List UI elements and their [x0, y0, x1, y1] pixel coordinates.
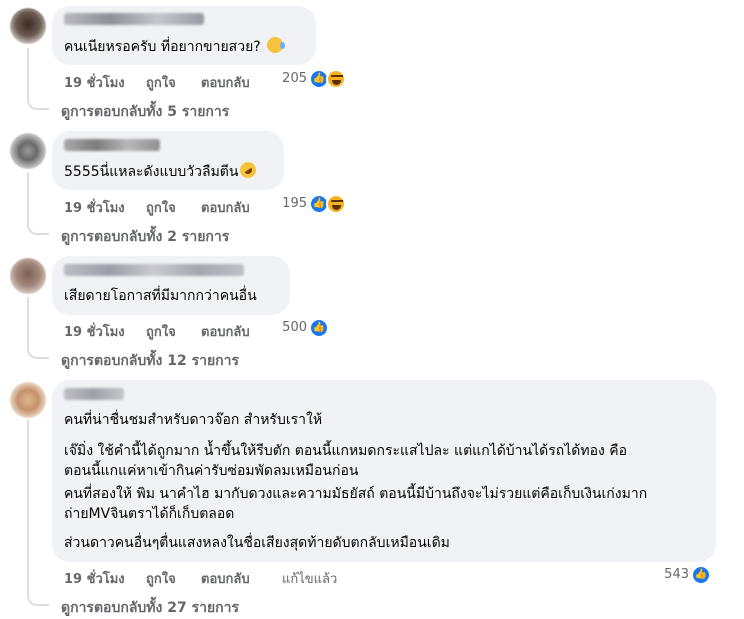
thread-connector — [27, 594, 49, 606]
reply-button[interactable]: ตอบกลับ — [201, 197, 250, 218]
avatar[interactable] — [10, 8, 46, 44]
thread-line — [27, 420, 29, 596]
reaction-count: 543 — [664, 567, 689, 582]
thread-connector — [27, 98, 49, 110]
view-replies-link[interactable]: ดูการตอบกลับทั้ง 12 รายการ — [61, 350, 239, 372]
thread-line — [27, 173, 29, 225]
reaction-count: 500 — [282, 320, 307, 335]
comment-bubble: คนเนียหรอครับ ที่อยากขายสวย? — [52, 6, 316, 65]
author-name-redacted[interactable] — [64, 13, 204, 25]
author-name-redacted[interactable] — [64, 139, 160, 151]
thread-line — [27, 48, 29, 100]
like-icon: 👍 — [691, 565, 711, 585]
like-button[interactable]: ถูกใจ — [146, 321, 176, 342]
author-name-redacted[interactable] — [64, 264, 244, 276]
thread-connector — [27, 223, 49, 235]
haha-icon — [326, 69, 346, 89]
edited-label: แก้ไขแล้ว — [282, 572, 338, 587]
comment-bubble: คนที่น่าชื่นชมสำหรับดาวจ๊อก สำหรับเราให้… — [52, 380, 716, 562]
like-button[interactable]: ถูกใจ — [146, 568, 176, 589]
reply-button[interactable]: ตอบกลับ — [201, 568, 250, 589]
comment-line: ส่วนดาวคนอื่นๆตื่นแสงหลงในชื่อเสียงสุดท้… — [64, 535, 450, 551]
reply-button[interactable]: ตอบกลับ — [201, 321, 250, 342]
haha-icon — [326, 194, 346, 214]
reaction-count: 195 — [282, 196, 307, 211]
timestamp[interactable]: 19 ชั่วโมง — [64, 197, 125, 218]
timestamp[interactable]: 19 ชั่วโมง — [64, 568, 125, 589]
like-icon: 👍 — [309, 318, 329, 338]
like-button[interactable]: ถูกใจ — [146, 72, 176, 93]
avatar[interactable] — [10, 133, 46, 169]
view-replies-link[interactable]: ดูการตอบกลับทั้ง 2 รายการ — [61, 226, 229, 248]
thread-connector — [27, 347, 49, 359]
comment-line: ตอนนี้แกแค่หาเข้ากินค่ารับซ่อมพัดลมเหมือ… — [64, 463, 359, 479]
avatar[interactable] — [10, 382, 46, 418]
rolling-laughing-face-icon — [237, 158, 260, 182]
timestamp[interactable]: 19 ชั่วโมง — [64, 72, 125, 93]
avatar[interactable] — [10, 258, 46, 294]
comment-line: คนที่สองให้ พิม นาคำไฮ มากับดวงและความมั… — [64, 486, 648, 502]
thread-line — [27, 297, 29, 349]
comment-line: เจ๊มิ่ง ใช้คำนี้ได้ถูกมาก น้ำขึ้นให้รีบต… — [64, 443, 628, 459]
reply-button[interactable]: ตอบกลับ — [201, 72, 250, 93]
comment-bubble: เสียดายโอกาสที่มีมากกว่าคนอื่น — [52, 256, 290, 315]
comment-line: คนที่น่าชื่นชมสำหรับดาวจ๊อก สำหรับเราให้ — [64, 412, 323, 428]
comment-bubble: 5555นี่แหละดังแบบวัวลืมตีน — [52, 131, 284, 190]
comment-text: คนเนียหรอครับ ที่อยากขายสวย? — [64, 37, 285, 57]
timestamp[interactable]: 19 ชั่วโมง — [64, 321, 125, 342]
comment-text: เสียดายโอกาสที่มีมากกว่าคนอื่น — [64, 288, 257, 304]
like-button[interactable]: ถูกใจ — [146, 197, 176, 218]
author-name-redacted[interactable] — [64, 388, 124, 400]
sad-relieved-face-icon — [266, 37, 285, 53]
view-replies-link[interactable]: ดูการตอบกลับทั้ง 5 รายการ — [61, 101, 229, 123]
comment-line: ถ่ายMVจินตราได้ก็เก็บตลอด — [64, 506, 235, 522]
reaction-count: 205 — [282, 71, 307, 86]
view-replies-link[interactable]: ดูการตอบกลับทั้ง 27 รายการ — [61, 597, 239, 619]
comment-text: 5555นี่แหละดังแบบวัวลืมตีน — [64, 158, 260, 182]
